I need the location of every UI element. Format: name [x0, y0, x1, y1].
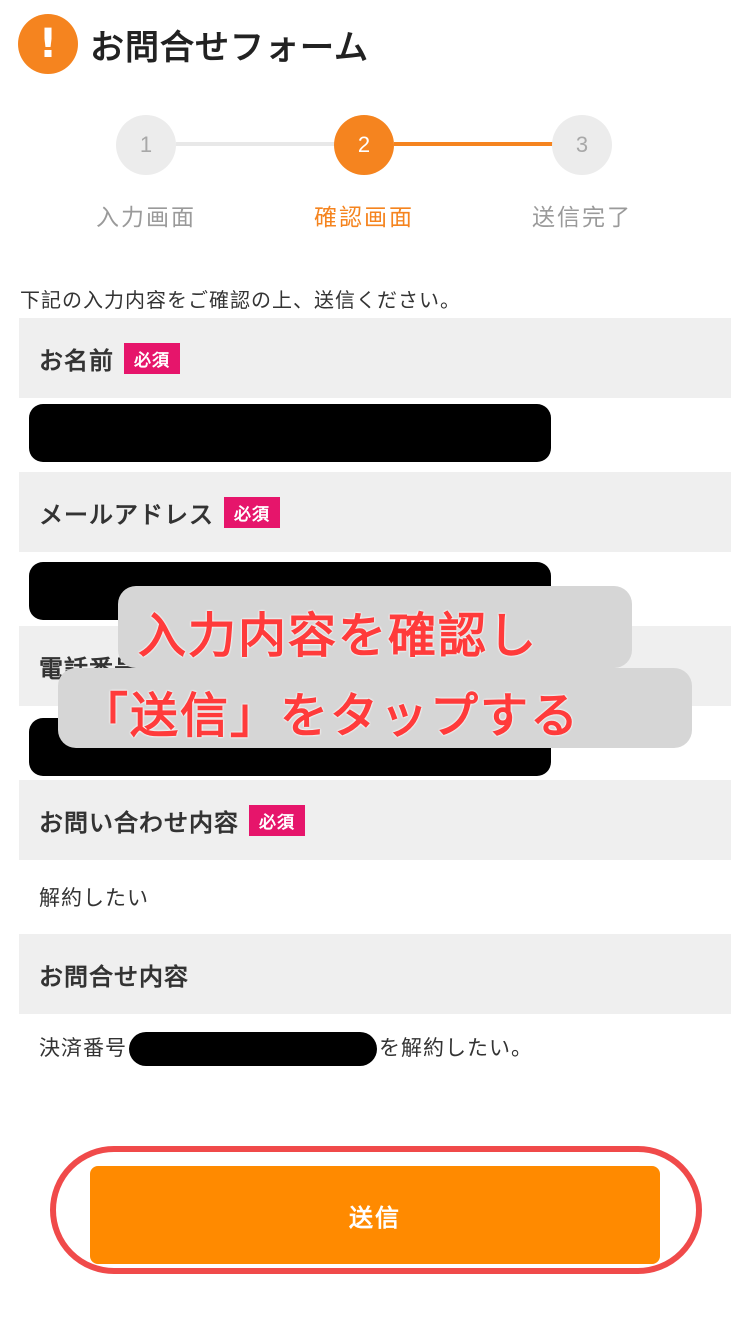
step-connector-2-3 [394, 142, 554, 146]
payment-number-redacted [129, 1032, 377, 1066]
step-2-circle: 2 [334, 115, 394, 175]
inquiry-type-field-label: お問い合わせ内容 [39, 808, 239, 837]
inquiry-detail-value: 決済番号 を解約したい。 [39, 1032, 533, 1066]
instruction-overlay-line1: 入力内容を確認し [138, 608, 539, 664]
name-field-label: お名前 [39, 346, 114, 375]
email-field-label: メールアドレス [39, 500, 214, 529]
inquiry-type-value: 解約したい [39, 886, 149, 910]
submit-button[interactable]: 送信 [90, 1166, 660, 1264]
contact-form-page: ! お問合せフォーム 1 2 3 入力画面 確認画面 送信完了 下記の入力内容を… [0, 0, 750, 1334]
required-badge: 必須 [224, 496, 280, 528]
step-connector-1-2 [176, 142, 336, 146]
step-3-circle: 3 [552, 115, 612, 175]
inquiry-detail-suffix: を解約したい。 [379, 1036, 533, 1060]
confirm-instructions: 下記の入力内容をご確認の上、送信ください。 [20, 288, 461, 312]
inquiry-detail-field-label: お問合せ内容 [39, 962, 189, 991]
inquiry-detail-field-header: お問合せ内容 [19, 934, 731, 1014]
name-field-header: お名前 必須 [19, 318, 731, 398]
required-badge: 必須 [249, 804, 305, 836]
name-value-redacted [29, 404, 551, 462]
exclamation-icon: ! [18, 14, 78, 74]
required-badge: 必須 [124, 342, 180, 374]
inquiry-type-field-header: お問い合わせ内容 必須 [19, 780, 731, 860]
inquiry-detail-prefix: 決済番号 [39, 1036, 127, 1060]
instruction-overlay-line2: 「送信」をタップする [80, 688, 581, 744]
step-3-label: 送信完了 [532, 205, 632, 231]
page-header: ! お問合せフォーム [18, 14, 369, 74]
step-1-label: 入力画面 [96, 205, 196, 231]
step-2-label: 確認画面 [314, 205, 414, 231]
page-title: お問合せフォーム [90, 27, 369, 68]
email-field-header: メールアドレス 必須 [19, 472, 731, 552]
step-1-circle: 1 [116, 115, 176, 175]
